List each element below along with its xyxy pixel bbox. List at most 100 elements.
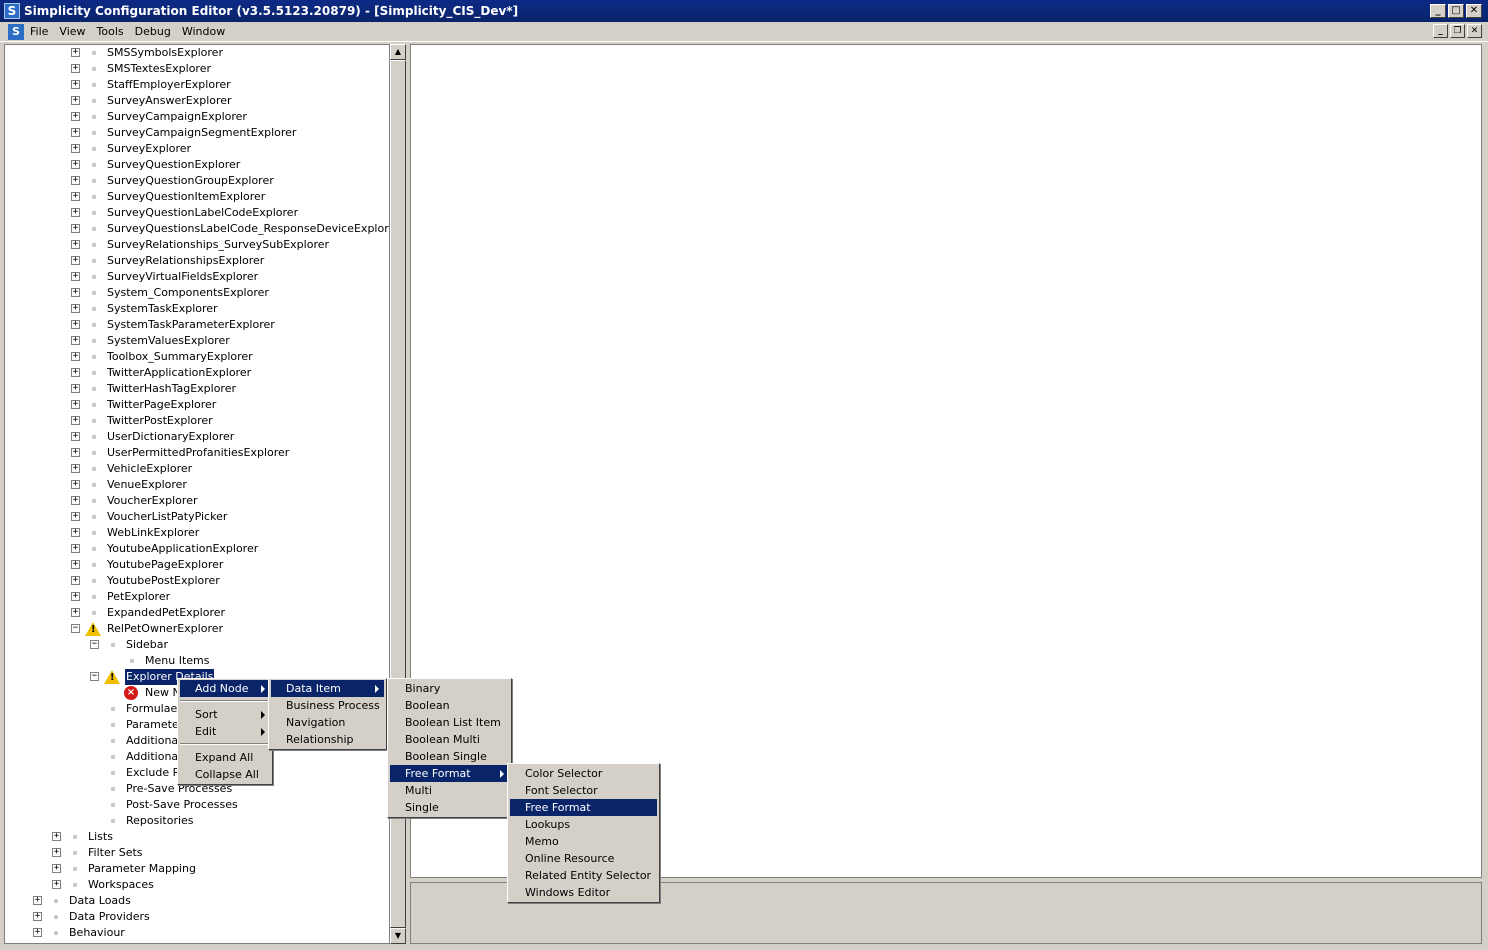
expand-icon[interactable]: + [71, 608, 80, 617]
expand-icon[interactable]: + [33, 912, 42, 921]
expand-icon[interactable]: + [52, 864, 61, 873]
tree-item-explorer[interactable]: + SurveyCampaignExplorer [5, 109, 389, 125]
minimize-button[interactable]: _ [1430, 4, 1446, 18]
tree-item-explorer[interactable]: + VenueExplorer [5, 477, 389, 493]
tree-item-explorer[interactable]: + PetExplorer [5, 589, 389, 605]
tree-item-section[interactable]: + Parameter Mapping [5, 861, 389, 877]
tree-item-explorer[interactable]: + SurveyQuestionGroupExplorer [5, 173, 389, 189]
tree-item-explorer[interactable]: + SystemTaskParameterExplorer [5, 317, 389, 333]
menu-view[interactable]: View [58, 25, 91, 38]
tree-item-explorer[interactable]: + SurveyExplorer [5, 141, 389, 157]
expand-icon[interactable]: + [71, 64, 80, 73]
expand-icon[interactable]: + [71, 320, 80, 329]
expand-icon[interactable]: + [71, 160, 80, 169]
tree-item-explorer[interactable]: + StaffEmployerExplorer [5, 77, 389, 93]
expand-icon[interactable]: + [52, 832, 61, 841]
expand-icon[interactable]: + [33, 896, 42, 905]
tree-item-explorer[interactable]: + WebLinkExplorer [5, 525, 389, 541]
menu-memo[interactable]: Memo [510, 833, 657, 850]
expand-icon[interactable]: + [71, 464, 80, 473]
menu-binary[interactable]: Binary [390, 680, 509, 697]
menu-boolean-multi[interactable]: Boolean Multi [390, 731, 509, 748]
tree-item-explorer[interactable]: + SurveyQuestionItemExplorer [5, 189, 389, 205]
tree-item-explorer[interactable]: + SurveyCampaignSegmentExplorer [5, 125, 389, 141]
tree-item-explorer[interactable]: + Toolbox_SummaryExplorer [5, 349, 389, 365]
maximize-button[interactable]: □ [1448, 4, 1464, 18]
tree-item-detail-child[interactable]: Repositories [5, 813, 389, 829]
tree-item-menu-items[interactable]: Menu Items [5, 653, 389, 669]
expand-icon[interactable]: + [71, 80, 80, 89]
menu-related-entity-selector[interactable]: Related Entity Selector [510, 867, 657, 884]
tree-item-explorer[interactable]: + UserPermittedProfanitiesExplorer [5, 445, 389, 461]
expand-icon[interactable]: + [71, 528, 80, 537]
expand-icon[interactable]: + [71, 208, 80, 217]
menu-multi[interactable]: Multi [390, 782, 509, 799]
menu-boolean[interactable]: Boolean [390, 697, 509, 714]
tree-item-root-section[interactable]: + Data Loads [5, 893, 389, 909]
expand-icon[interactable]: + [52, 848, 61, 857]
menu-single[interactable]: Single [390, 799, 509, 816]
menu-free-format[interactable]: Free Format [510, 799, 657, 816]
tree-item-explorer[interactable]: + VoucherExplorer [5, 493, 389, 509]
expand-icon[interactable]: + [71, 560, 80, 569]
tree-item-sidebar[interactable]: − Sidebar [5, 637, 389, 653]
expand-icon[interactable]: + [71, 448, 80, 457]
tree-item-explorer[interactable]: + SurveyAnswerExplorer [5, 93, 389, 109]
scroll-up-button[interactable]: ▲ [390, 44, 406, 60]
menu-color-selector[interactable]: Color Selector [510, 765, 657, 782]
tree-item-explorer[interactable]: + SurveyRelationships_SurveySubExplorer [5, 237, 389, 253]
menu-free-format-group[interactable]: Free Format [390, 765, 509, 782]
tree-item-explorer[interactable]: + ExpandedPetExplorer [5, 605, 389, 621]
tree-item-explorer[interactable]: + SurveyVirtualFieldsExplorer [5, 269, 389, 285]
tree-item-explorer[interactable]: + SurveyQuestionExplorer [5, 157, 389, 173]
mdi-minimize-button[interactable]: _ [1433, 24, 1448, 38]
mdi-close-button[interactable]: ✕ [1467, 24, 1482, 38]
tree-item-explorer[interactable]: + TwitterPageExplorer [5, 397, 389, 413]
menu-font-selector[interactable]: Font Selector [510, 782, 657, 799]
menu-tools[interactable]: Tools [96, 25, 130, 38]
expand-icon[interactable]: + [71, 432, 80, 441]
tree-item-explorer[interactable]: + SurveyQuestionLabelCodeExplorer [5, 205, 389, 221]
menu-business-process[interactable]: Business Process [271, 697, 384, 714]
tree-item-explorer[interactable]: + YoutubePostExplorer [5, 573, 389, 589]
tree-item-explorer[interactable]: + SMSSymbolsExplorer [5, 45, 389, 61]
tree-item-detail-child[interactable]: Post-Save Processes [5, 797, 389, 813]
tree-item-explorer[interactable]: + UserDictionaryExplorer [5, 429, 389, 445]
expand-icon[interactable]: + [71, 176, 80, 185]
expand-icon[interactable]: + [71, 496, 80, 505]
expand-icon[interactable]: + [71, 368, 80, 377]
tree-item-root-section[interactable]: + Behaviour [5, 925, 389, 941]
expand-icon[interactable]: + [71, 112, 80, 121]
tree-item-explorer[interactable]: + YoutubePageExplorer [5, 557, 389, 573]
menu-file[interactable]: File [29, 25, 54, 38]
menu-relationship[interactable]: Relationship [271, 731, 384, 748]
expand-icon[interactable]: + [71, 512, 80, 521]
expand-icon[interactable]: + [71, 256, 80, 265]
expand-icon[interactable]: + [71, 592, 80, 601]
menu-boolean-list-item[interactable]: Boolean List Item [390, 714, 509, 731]
menu-debug[interactable]: Debug [134, 25, 177, 38]
menu-boolean-single[interactable]: Boolean Single [390, 748, 509, 765]
tree-item-explorer[interactable]: + TwitterApplicationExplorer [5, 365, 389, 381]
menu-navigation[interactable]: Navigation [271, 714, 384, 731]
expand-icon[interactable]: + [71, 544, 80, 553]
expand-icon[interactable]: + [71, 352, 80, 361]
tree-item-explorer[interactable]: + SurveyRelationshipsExplorer [5, 253, 389, 269]
menu-windows-editor[interactable]: Windows Editor [510, 884, 657, 901]
tree-item-explorer[interactable]: + VoucherListPatyPicker [5, 509, 389, 525]
tree-item-section[interactable]: + Filter Sets [5, 845, 389, 861]
expand-icon[interactable]: + [71, 480, 80, 489]
tree-item-section[interactable]: + Workspaces [5, 877, 389, 893]
tree-item-section[interactable]: + Lists [5, 829, 389, 845]
expand-icon[interactable]: + [71, 96, 80, 105]
collapse-icon[interactable]: − [90, 672, 99, 681]
expand-icon[interactable]: + [33, 928, 42, 937]
expand-icon[interactable]: + [71, 288, 80, 297]
expand-icon[interactable]: + [71, 224, 80, 233]
collapse-icon[interactable]: − [71, 624, 80, 633]
tree-item-explorer[interactable]: + SMSTextesExplorer [5, 61, 389, 77]
tree-item-explorer[interactable]: + SystemValuesExplorer [5, 333, 389, 349]
menu-add-node[interactable]: Add Node [180, 680, 270, 697]
expand-icon[interactable]: + [71, 48, 80, 57]
expand-icon[interactable]: + [71, 304, 80, 313]
